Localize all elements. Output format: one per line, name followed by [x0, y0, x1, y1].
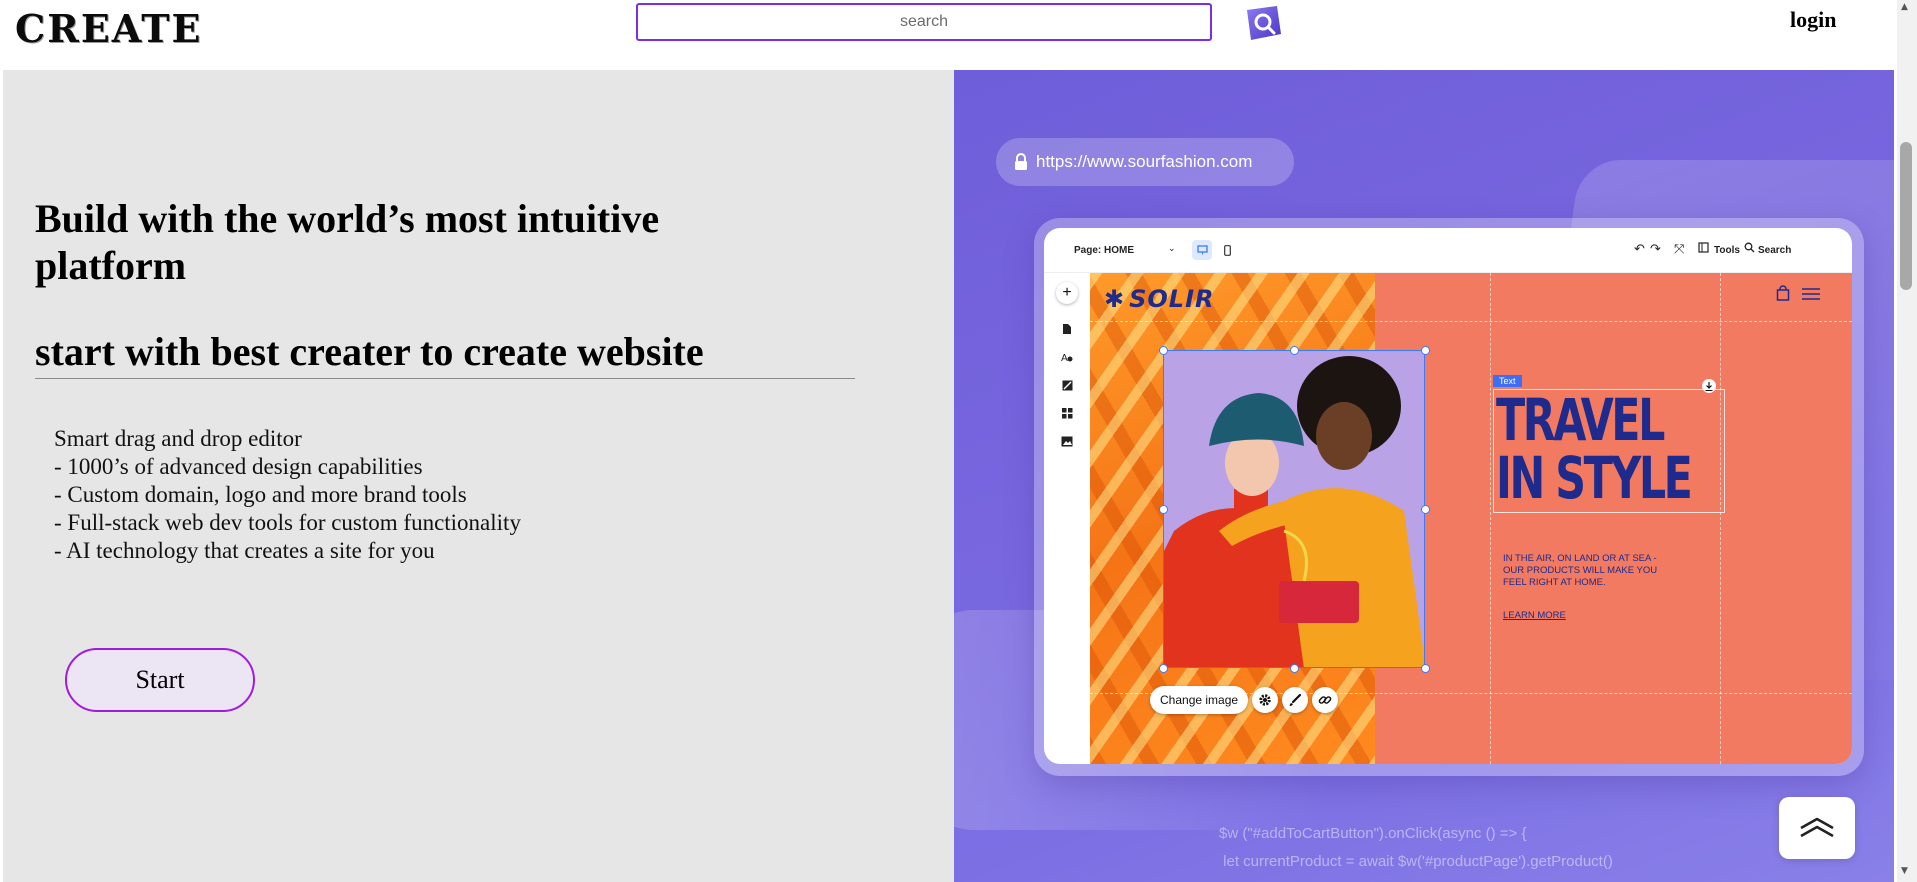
site-brand-logo: ✱ SOLIR [1104, 285, 1215, 313]
resize-handle[interactable] [1421, 505, 1430, 514]
scroll-down-arrow-icon[interactable]: ▼ [1901, 866, 1908, 876]
start-button[interactable]: Start [65, 648, 255, 712]
editor-mockup: Page: HOME ⌄ ↶ ↷ ⤧ Tools Search + A ✱ SO… [1034, 218, 1864, 776]
redo-icon: ↷ [1650, 241, 1661, 256]
page-icon [1060, 322, 1074, 336]
apps-icon [1060, 406, 1074, 420]
url-text: https://www.sourfashion.com [1036, 152, 1253, 171]
selected-photo [1163, 350, 1425, 668]
header: CREATE login [0, 0, 1897, 70]
feature-item: - AI technology that creates a site for … [54, 538, 435, 563]
tools-icon [1698, 242, 1709, 256]
scroll-to-top-button[interactable] [1779, 797, 1855, 859]
asterisk-icon: ✱ [1104, 285, 1126, 313]
page-select: Page: HOME [1074, 245, 1135, 256]
code-line: let currentProduct = await $w('#productP… [1219, 853, 1613, 870]
brand-name: SOLIR [1129, 285, 1215, 313]
change-image-button[interactable]: Change image [1150, 686, 1249, 714]
page-scrollbar[interactable]: ▲ ▼ [1897, 0, 1917, 882]
resize-handle[interactable] [1421, 346, 1430, 355]
search-icon [1247, 6, 1281, 40]
site-canvas: ✱ SOLIR Change image Text TRAVEL IN STYL… [1090, 273, 1852, 764]
resize-handle[interactable] [1159, 664, 1168, 673]
undo-icon: ↶ [1634, 241, 1645, 256]
editor-topbar: Page: HOME ⌄ ↶ ↷ ⤧ Tools Search [1044, 228, 1852, 273]
feature-list: Smart drag and drop editor - 1000’s of a… [54, 425, 521, 565]
url-bar: https://www.sourfashion.com [996, 138, 1294, 186]
menu-icon [1802, 287, 1820, 306]
scrollbar-thumb[interactable] [1900, 142, 1912, 290]
editor-sidebar: + A [1044, 272, 1090, 764]
code-snippet: $w ("#addToCartButton").onClick(async ()… [1219, 820, 1613, 876]
image-icon [1060, 434, 1074, 448]
resize-handle[interactable] [1159, 346, 1168, 355]
resize-handle[interactable] [1290, 346, 1299, 355]
lock-icon [1014, 153, 1028, 171]
resize-handle[interactable] [1421, 664, 1430, 673]
tools-label: Tools [1714, 245, 1740, 256]
login-link[interactable]: login [1790, 7, 1836, 33]
logo[interactable]: CREATE [15, 6, 202, 51]
brush-icon[interactable] [1282, 687, 1309, 713]
scroll-up-arrow-icon[interactable]: ▲ [1901, 2, 1908, 12]
svg-text:A: A [1061, 353, 1068, 363]
hero-panel: Build with the world’s most intuitive pl… [3, 70, 954, 882]
guide-line [1720, 273, 1721, 764]
two-women-photo [1164, 351, 1424, 667]
learn-more-link[interactable]: LEARN MORE [1503, 610, 1566, 621]
image-toolbar: Change image [1150, 686, 1339, 714]
link-icon[interactable] [1312, 687, 1339, 713]
hero-headline: Build with the world’s most intuitive pl… [35, 196, 660, 288]
guide-line [1490, 273, 1491, 764]
promo-panel: https://www.sourfashion.com Page: HOME ⌄… [954, 70, 1894, 882]
site-headline: TRAVEL IN STYLE [1496, 386, 1693, 512]
gear-icon[interactable] [1252, 687, 1279, 713]
desktop-icon [1192, 240, 1212, 260]
search-label: Search [1758, 245, 1792, 256]
add-icon: + [1056, 282, 1078, 304]
resize-handle[interactable] [1159, 505, 1168, 514]
feature-item: - Custom domain, logo and more brand too… [54, 482, 467, 507]
mobile-icon [1220, 240, 1234, 260]
code-line: $w ("#addToCartButton").onClick(async ()… [1219, 825, 1527, 842]
hero-subheadline: start with best creater to create websit… [35, 328, 855, 379]
feature-item: - 1000’s of advanced design capabilities [54, 454, 423, 479]
fit-icon: ⤧ [1674, 241, 1685, 256]
chevron-down-icon: ⌄ [1168, 243, 1176, 253]
guide-line [1090, 321, 1852, 322]
theme-icon: A [1060, 350, 1074, 364]
site-tagline: IN THE AIR, ON LAND OR AT SEA - OUR PROD… [1503, 553, 1658, 588]
cart-icon [1776, 285, 1790, 306]
search-icon [1744, 242, 1755, 256]
feature-item: - Full-stack web dev tools for custom fu… [54, 510, 521, 535]
search-button[interactable] [1236, 3, 1286, 45]
media-icon [1060, 378, 1074, 392]
chevron-up-double-icon [1800, 817, 1834, 838]
feature-item: Smart drag and drop editor [54, 426, 302, 451]
search-input[interactable] [636, 3, 1212, 41]
resize-handle[interactable] [1290, 664, 1299, 673]
editor-window: Page: HOME ⌄ ↶ ↷ ⤧ Tools Search + A ✱ SO… [1044, 228, 1852, 764]
